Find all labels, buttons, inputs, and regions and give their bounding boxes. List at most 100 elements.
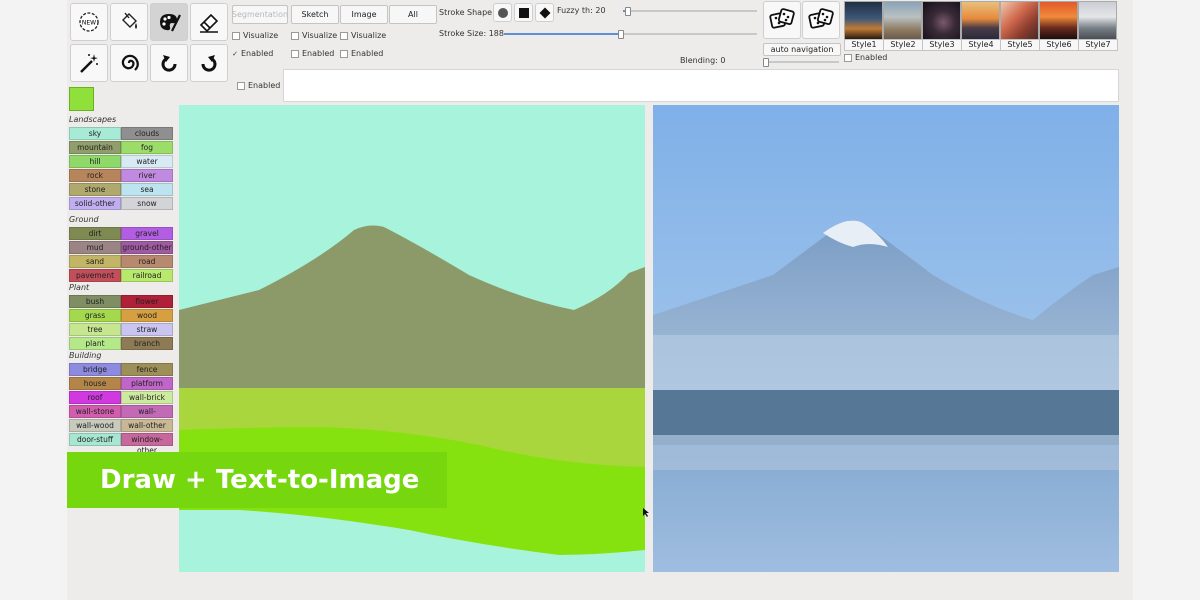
style4-thumbnail[interactable] [961, 1, 1000, 40]
stroke-circle-button[interactable] [493, 3, 512, 22]
enabled-sketch-checkbox[interactable]: Enabled [291, 49, 334, 58]
fill-bucket-button[interactable] [110, 3, 148, 41]
palette-button-wall-wood[interactable]: wall-wood [69, 419, 121, 432]
visualize-label: Visualize [243, 31, 279, 40]
random-dice-button-2[interactable] [802, 1, 840, 39]
dice-icon [808, 8, 834, 29]
new-canvas-button[interactable]: NEW [70, 3, 108, 41]
palette-button-pavement[interactable]: pavement [69, 269, 121, 282]
palette-button-snow[interactable]: snow [121, 197, 173, 210]
palette-button-platform[interactable]: platform [121, 377, 173, 390]
palette-button-flower[interactable]: flower [121, 295, 173, 308]
stroke-square-button[interactable] [514, 3, 533, 22]
palette-button-straw[interactable]: straw [121, 323, 173, 336]
stroke-diamond-button[interactable] [535, 3, 554, 22]
mouse-cursor-icon [643, 508, 649, 517]
palette-button-plant[interactable]: plant [69, 337, 121, 350]
style5-thumbnail[interactable] [1000, 1, 1039, 40]
visualize-sketch-checkbox[interactable]: Visualize [291, 31, 337, 40]
palette-button-ground-other[interactable]: ground-other [121, 241, 173, 254]
palette-button-gravel[interactable]: gravel [121, 227, 173, 240]
style2-label[interactable]: Style2 [883, 39, 923, 51]
palette-button-solid-other[interactable]: solid-other [69, 197, 121, 210]
enabled-image-checkbox[interactable]: Enabled [340, 49, 383, 58]
palette-button-water[interactable]: water [121, 155, 173, 168]
palette-button-stone[interactable]: stone [69, 183, 121, 196]
palette-button-hill[interactable]: hill [69, 155, 121, 168]
style5-label[interactable]: Style5 [1000, 39, 1040, 51]
stroke-size-label: Stroke Size: 188 [439, 29, 504, 38]
palette-button-rock[interactable]: rock [69, 169, 121, 182]
enabled-segmentation-checkbox[interactable]: ✓ Enabled [232, 49, 273, 58]
spiral-button[interactable] [110, 44, 148, 82]
style1-thumbnail[interactable] [844, 1, 883, 40]
style1-label[interactable]: Style1 [844, 39, 884, 51]
palette-button-branch[interactable]: branch [121, 337, 173, 350]
image-mode-button[interactable]: Image [340, 5, 388, 24]
palette-button-house[interactable]: house [69, 377, 121, 390]
style4-label[interactable]: Style4 [961, 39, 1001, 51]
style6-label[interactable]: Style6 [1039, 39, 1079, 51]
palette-button-bush[interactable]: bush [69, 295, 121, 308]
palette-button-sky[interactable]: sky [69, 127, 121, 140]
navigation-slider[interactable] [763, 58, 839, 67]
slider-knob[interactable] [618, 30, 624, 39]
style7-thumbnail[interactable] [1078, 1, 1117, 40]
new-icon: NEW [79, 12, 99, 32]
palette-button-door-stuff[interactable]: door-stuff [69, 433, 121, 446]
undo-button[interactable] [150, 44, 188, 82]
slider-knob[interactable] [625, 7, 631, 16]
style3-label[interactable]: Style3 [922, 39, 962, 51]
style3-thumbnail[interactable] [922, 1, 961, 40]
segmentation-mode-button[interactable]: Segmentation [232, 5, 288, 24]
palette-button-river[interactable]: river [121, 169, 173, 182]
slider-knob[interactable] [763, 58, 769, 67]
palette-button-grass[interactable]: grass [69, 309, 121, 322]
palette-button-sea[interactable]: sea [121, 183, 173, 196]
enabled-label: Enabled [248, 81, 281, 90]
palette-button-wall-other[interactable]: wall-other [121, 419, 173, 432]
palette-button-wall-concrete[interactable]: wall-concrete [121, 405, 173, 427]
palette-button-roof[interactable]: roof [69, 391, 121, 404]
palette-button-clouds[interactable]: clouds [121, 127, 173, 140]
random-dice-button[interactable] [763, 1, 801, 39]
palette-button-fence[interactable]: fence [121, 363, 173, 376]
style2-thumbnail[interactable] [883, 1, 922, 40]
redo-button[interactable] [190, 44, 228, 82]
palette-button-sand[interactable]: sand [69, 255, 121, 268]
palette-button-wood[interactable]: wood [121, 309, 173, 322]
brush-palette-button[interactable] [150, 3, 188, 41]
style7-label[interactable]: Style7 [1078, 39, 1118, 51]
eraser-button[interactable] [190, 3, 228, 41]
style6-thumbnail[interactable] [1039, 1, 1078, 40]
title-banner: Draw + Text-to-Image [67, 452, 447, 508]
palette-button-window-other[interactable]: window-other [121, 433, 173, 455]
sketch-mode-button[interactable]: Sketch [291, 5, 339, 24]
all-mode-button[interactable]: All [389, 5, 437, 24]
palette-button-mountain[interactable]: mountain [69, 141, 121, 154]
palette-button-tree[interactable]: tree [69, 323, 121, 336]
palette-button-wall-brick[interactable]: wall-brick [121, 391, 173, 404]
palette-button-dirt[interactable]: dirt [69, 227, 121, 240]
banner-text: Draw + Text-to-Image [100, 465, 420, 495]
palette-category-plant: Plant [69, 283, 90, 292]
palette-button-bridge[interactable]: bridge [69, 363, 121, 376]
circle-shape-icon [497, 7, 508, 18]
svg-text:NEW: NEW [82, 20, 96, 27]
style-enabled-checkbox[interactable]: Enabled [844, 53, 887, 62]
fuzzy-threshold-slider[interactable] [623, 7, 757, 16]
visualize-segmentation-checkbox[interactable]: Visualize [232, 31, 278, 40]
text-prompt-input[interactable] [283, 69, 1119, 102]
generated-landscape [653, 105, 1119, 572]
palette-button-fog[interactable]: fog [121, 141, 173, 154]
text-prompt-enabled-checkbox[interactable]: Enabled [237, 81, 280, 90]
undo-icon [161, 55, 177, 72]
palette-button-mud[interactable]: mud [69, 241, 121, 254]
palette-button-wall-stone[interactable]: wall-stone [69, 405, 121, 418]
palette-button-railroad[interactable]: railroad [121, 269, 173, 282]
auto-navigation-button[interactable]: auto navigation [763, 43, 841, 56]
stroke-size-slider[interactable] [504, 30, 757, 39]
palette-button-road[interactable]: road [121, 255, 173, 268]
visualize-image-checkbox[interactable]: Visualize [340, 31, 386, 40]
magic-wand-button[interactable] [70, 44, 108, 82]
